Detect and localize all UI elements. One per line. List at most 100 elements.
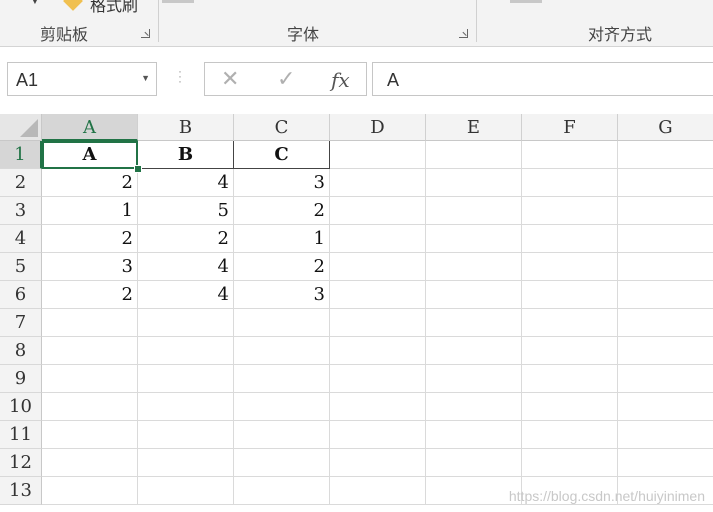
cell-d3[interactable] (330, 197, 426, 225)
column-header-a[interactable]: A (42, 114, 138, 141)
cell-b13[interactable] (138, 477, 234, 505)
cell-g8[interactable] (618, 337, 713, 365)
font-dialog-launcher-icon[interactable] (459, 29, 468, 38)
cell-f7[interactable] (522, 309, 618, 337)
paste-dropdown-arrow[interactable]: ▼ (30, 0, 40, 7)
cell-b1[interactable]: B (138, 141, 234, 169)
cell-g2[interactable] (618, 169, 713, 197)
column-header-b[interactable]: B (138, 114, 234, 141)
cell-b6[interactable]: 4 (138, 281, 234, 309)
cell-d8[interactable] (330, 337, 426, 365)
row-header-6[interactable]: 6 (0, 281, 42, 309)
cell-f12[interactable] (522, 449, 618, 477)
clipboard-dialog-launcher-icon[interactable] (141, 29, 150, 38)
row-header-9[interactable]: 9 (0, 365, 42, 393)
cell-d4[interactable] (330, 225, 426, 253)
cell-e9[interactable] (426, 365, 522, 393)
row-header-8[interactable]: 8 (0, 337, 42, 365)
cancel-icon[interactable]: ✕ (221, 66, 239, 92)
cell-b11[interactable] (138, 421, 234, 449)
cell-a9[interactable] (42, 365, 138, 393)
cell-g7[interactable] (618, 309, 713, 337)
cell-g3[interactable] (618, 197, 713, 225)
cell-e11[interactable] (426, 421, 522, 449)
cell-f2[interactable] (522, 169, 618, 197)
cell-a10[interactable] (42, 393, 138, 421)
cell-d13[interactable] (330, 477, 426, 505)
cell-b3[interactable]: 5 (138, 197, 234, 225)
cell-e7[interactable] (426, 309, 522, 337)
cell-d11[interactable] (330, 421, 426, 449)
cell-a12[interactable] (42, 449, 138, 477)
cell-a8[interactable] (42, 337, 138, 365)
cell-e10[interactable] (426, 393, 522, 421)
cell-b9[interactable] (138, 365, 234, 393)
cell-c13[interactable] (234, 477, 330, 505)
cell-b12[interactable] (138, 449, 234, 477)
cell-a3[interactable]: 1 (42, 197, 138, 225)
cell-e4[interactable] (426, 225, 522, 253)
format-painter-icon[interactable] (63, 0, 83, 11)
row-header-13[interactable]: 13 (0, 477, 42, 505)
cell-a2[interactable]: 2 (42, 169, 138, 197)
cell-e12[interactable] (426, 449, 522, 477)
column-header-c[interactable]: C (234, 114, 330, 141)
row-header-10[interactable]: 10 (0, 393, 42, 421)
cell-c2[interactable]: 3 (234, 169, 330, 197)
row-header-4[interactable]: 4 (0, 225, 42, 253)
row-header-3[interactable]: 3 (0, 197, 42, 225)
cell-a7[interactable] (42, 309, 138, 337)
column-header-f[interactable]: F (522, 114, 618, 141)
column-header-e[interactable]: E (426, 114, 522, 141)
cell-c9[interactable] (234, 365, 330, 393)
cell-d6[interactable] (330, 281, 426, 309)
cell-c8[interactable] (234, 337, 330, 365)
cell-f8[interactable] (522, 337, 618, 365)
row-header-1[interactable]: 1 (0, 141, 42, 169)
cell-a13[interactable] (42, 477, 138, 505)
cell-f5[interactable] (522, 253, 618, 281)
cell-c12[interactable] (234, 449, 330, 477)
cell-f3[interactable] (522, 197, 618, 225)
cell-f6[interactable] (522, 281, 618, 309)
cell-c5[interactable]: 2 (234, 253, 330, 281)
cell-c4[interactable]: 1 (234, 225, 330, 253)
cell-b4[interactable]: 2 (138, 225, 234, 253)
cell-d5[interactable] (330, 253, 426, 281)
cell-e5[interactable] (426, 253, 522, 281)
cell-e6[interactable] (426, 281, 522, 309)
row-header-7[interactable]: 7 (0, 309, 42, 337)
column-header-d[interactable]: D (330, 114, 426, 141)
cell-d9[interactable] (330, 365, 426, 393)
row-header-5[interactable]: 5 (0, 253, 42, 281)
row-header-12[interactable]: 12 (0, 449, 42, 477)
cell-g1[interactable] (618, 141, 713, 169)
cell-a5[interactable]: 3 (42, 253, 138, 281)
enter-icon[interactable]: ✓ (277, 66, 295, 92)
cell-d12[interactable] (330, 449, 426, 477)
name-box[interactable]: A1 ▼ (7, 62, 157, 96)
cell-a6[interactable]: 2 (42, 281, 138, 309)
cell-f4[interactable] (522, 225, 618, 253)
cell-d7[interactable] (330, 309, 426, 337)
formula-input[interactable]: A (372, 62, 713, 96)
cell-g6[interactable] (618, 281, 713, 309)
cell-c6[interactable]: 3 (234, 281, 330, 309)
insert-function-icon[interactable]: fx (331, 68, 350, 92)
cell-f11[interactable] (522, 421, 618, 449)
cell-g9[interactable] (618, 365, 713, 393)
cell-e8[interactable] (426, 337, 522, 365)
cell-e13[interactable] (426, 477, 522, 505)
cell-e1[interactable] (426, 141, 522, 169)
column-header-g[interactable]: G (618, 114, 713, 141)
cell-g4[interactable] (618, 225, 713, 253)
chevron-down-icon[interactable]: ▼ (141, 73, 150, 83)
cell-g11[interactable] (618, 421, 713, 449)
cell-f1[interactable] (522, 141, 618, 169)
cell-c7[interactable] (234, 309, 330, 337)
row-header-2[interactable]: 2 (0, 169, 42, 197)
cell-c3[interactable]: 2 (234, 197, 330, 225)
cell-c1[interactable]: C (234, 141, 330, 169)
cell-a1[interactable]: A (42, 141, 138, 169)
format-painter-label[interactable]: 格式刷 (90, 0, 138, 16)
